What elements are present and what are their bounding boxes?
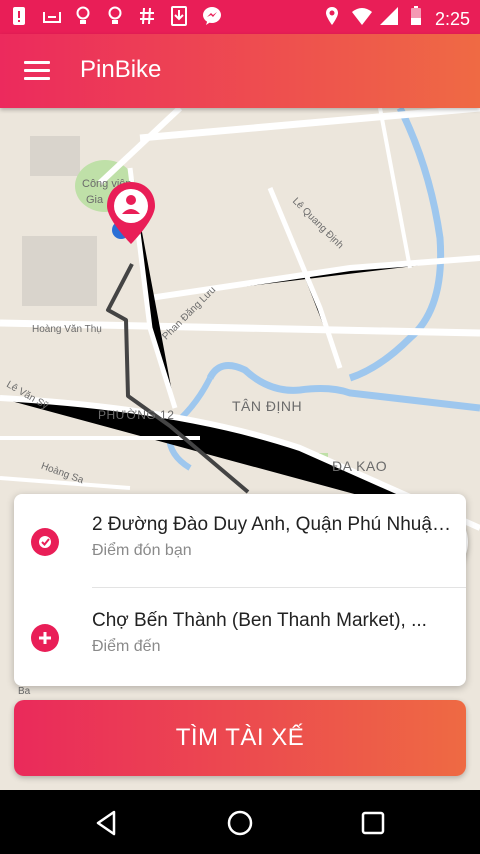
bulb-icon xyxy=(74,6,92,32)
map-label: Hoàng Văn Thụ xyxy=(32,324,102,335)
android-nav-bar xyxy=(0,790,480,854)
pickup-hint: Điểm đón bạn xyxy=(92,542,192,559)
bulb-icon xyxy=(106,6,124,32)
map-view[interactable]: Công viên Gia Lê Quang Định Phan Đăng Lư… xyxy=(0,108,480,790)
trip-card: 2 Đường Đào Duy Anh, Quận Phú Nhuận... Đ… xyxy=(14,494,466,686)
battery-icon xyxy=(407,6,425,32)
download-icon xyxy=(170,6,188,32)
map-canvas xyxy=(0,108,480,790)
map-label: TÂN ĐỊNH xyxy=(232,398,303,414)
app-title: PinBike xyxy=(80,56,162,83)
status-time: 2:25 xyxy=(434,8,470,29)
pickup-icon xyxy=(31,528,59,556)
status-bar-system: 2:25 xyxy=(323,6,470,32)
map-label: PHƯỜNG 12 xyxy=(98,408,175,422)
pickup-address: 2 Đường Đào Duy Anh, Quận Phú Nhuận... xyxy=(92,514,456,535)
map-label: Gia xyxy=(86,194,104,206)
location-icon xyxy=(323,6,341,32)
home-icon[interactable] xyxy=(225,808,255,838)
app-bar: PinBike xyxy=(0,34,480,108)
status-bar-notifications xyxy=(10,6,221,32)
find-driver-button[interactable]: TÌM TÀI XẾ xyxy=(14,700,466,776)
alert-icon xyxy=(10,6,28,32)
tray-icon xyxy=(42,6,61,32)
map-label: Ba xyxy=(18,686,31,697)
recents-icon[interactable] xyxy=(358,808,388,838)
pickup-marker-icon[interactable] xyxy=(104,180,158,246)
wifi-icon xyxy=(351,6,372,32)
hash-icon xyxy=(138,6,156,32)
messenger-icon xyxy=(202,6,221,32)
divider xyxy=(92,587,466,588)
signal-icon xyxy=(379,6,398,32)
destination-hint: Điểm đến xyxy=(92,638,161,655)
destination-row[interactable]: Chợ Bến Thành (Ben Thanh Market), ... Đi… xyxy=(14,590,466,682)
add-destination-icon xyxy=(31,624,59,652)
status-bar: 2:25 xyxy=(0,0,480,34)
map-label: ĐA KAO xyxy=(332,458,388,474)
hamburger-menu-icon[interactable] xyxy=(24,61,50,81)
destination-address: Chợ Bến Thành (Ben Thanh Market), ... xyxy=(92,610,427,631)
pickup-row[interactable]: 2 Đường Đào Duy Anh, Quận Phú Nhuận... Đ… xyxy=(14,494,466,586)
back-icon[interactable] xyxy=(92,808,122,838)
